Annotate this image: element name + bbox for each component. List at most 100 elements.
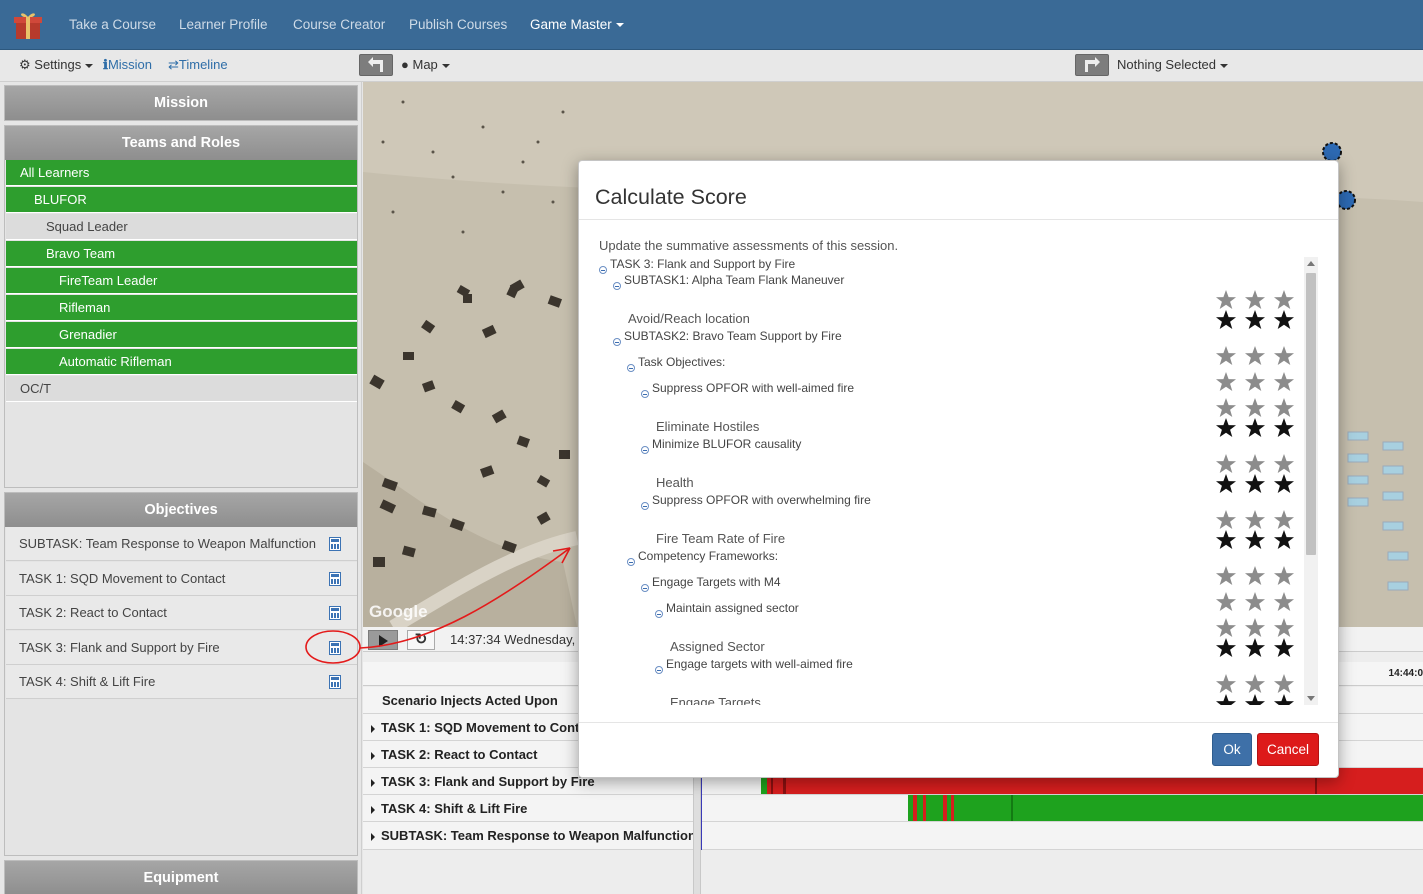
selection-menu[interactable]: Nothing Selected	[1117, 57, 1229, 72]
ok-button[interactable]: Ok	[1212, 733, 1252, 766]
collapse-toggle-icon[interactable]	[641, 583, 649, 592]
star-filled-icon[interactable]	[1273, 309, 1295, 331]
timeline-row[interactable]: SUBTASK: Team Response to Weapon Malfunc…	[363, 822, 1423, 850]
star-empty-icon[interactable]	[1215, 617, 1237, 639]
timeline-splitter[interactable]	[693, 772, 701, 894]
star-filled-icon[interactable]	[1215, 693, 1237, 705]
expand-triangle-icon[interactable]	[371, 751, 375, 760]
teams-panel-header[interactable]: Teams and Roles	[5, 126, 357, 160]
star-empty-icon[interactable]	[1215, 397, 1237, 419]
objective-row[interactable]: SUBTASK: Team Response to Weapon Malfunc…	[6, 527, 357, 561]
star-filled-icon[interactable]	[1273, 529, 1295, 551]
star-empty-icon[interactable]	[1273, 371, 1295, 393]
star-empty-icon[interactable]	[1215, 345, 1237, 367]
star-filled-icon[interactable]	[1244, 473, 1266, 495]
settings-menu[interactable]: ⚙ Settings	[19, 57, 94, 73]
objective-row[interactable]: TASK 1: SQD Movement to Contact	[6, 562, 357, 596]
collapse-toggle-icon[interactable]	[613, 281, 621, 290]
star-empty-icon[interactable]	[1273, 591, 1295, 613]
reset-button[interactable]: ↻	[407, 630, 435, 650]
play-button[interactable]	[368, 630, 398, 650]
mission-panel-header[interactable]: Mission	[5, 86, 357, 120]
calculator-icon[interactable]	[329, 606, 341, 620]
star-empty-icon[interactable]	[1215, 673, 1237, 695]
objective-row[interactable]: TASK 4: Shift & Lift Fire	[6, 665, 357, 699]
map-menu[interactable]: ● Map	[401, 57, 450, 72]
nav-learner-profile[interactable]: Learner Profile	[179, 17, 268, 32]
star-empty-icon[interactable]	[1244, 565, 1266, 587]
collapse-toggle-icon[interactable]	[599, 265, 607, 274]
star-rating[interactable]	[1215, 693, 1305, 705]
star-rating[interactable]	[1215, 345, 1305, 369]
collapse-toggle-icon[interactable]	[627, 363, 635, 372]
timeline-cursor[interactable]	[701, 776, 702, 850]
collapse-toggle-icon[interactable]	[641, 501, 649, 510]
star-empty-icon[interactable]	[1244, 673, 1266, 695]
star-rating[interactable]	[1215, 417, 1305, 441]
star-empty-icon[interactable]	[1215, 453, 1237, 475]
expand-triangle-icon[interactable]	[371, 724, 375, 733]
star-empty-icon[interactable]	[1244, 345, 1266, 367]
nav-game-master[interactable]: Game Master	[530, 17, 624, 32]
star-filled-icon[interactable]	[1244, 637, 1266, 659]
scroll-down-arrow-icon[interactable]	[1307, 696, 1315, 701]
team-oct[interactable]: OC/T	[6, 376, 357, 402]
team-grenadier[interactable]: Grenadier	[6, 322, 357, 348]
team-all-learners[interactable]: All Learners	[6, 160, 357, 186]
redo-button[interactable]	[1075, 54, 1109, 76]
scroll-up-arrow-icon[interactable]	[1307, 261, 1315, 266]
objective-row[interactable]: TASK 2: React to Contact	[6, 596, 357, 630]
timeline-row[interactable]: TASK 4: Shift & Lift Fire	[363, 795, 1423, 822]
star-filled-icon[interactable]	[1273, 417, 1295, 439]
nav-take-a-course[interactable]: Take a Course	[69, 17, 156, 32]
collapse-toggle-icon[interactable]	[641, 389, 649, 398]
star-empty-icon[interactable]	[1215, 591, 1237, 613]
star-empty-icon[interactable]	[1215, 565, 1237, 587]
star-rating[interactable]	[1215, 371, 1305, 395]
team-fireteam-leader[interactable]: FireTeam Leader	[6, 268, 357, 294]
star-filled-icon[interactable]	[1215, 529, 1237, 551]
star-empty-icon[interactable]	[1215, 509, 1237, 531]
objective-row[interactable]: TASK 3: Flank and Support by Fire	[6, 631, 357, 665]
undo-button[interactable]	[359, 54, 393, 76]
team-automatic-rifleman[interactable]: Automatic Rifleman	[6, 349, 357, 375]
star-filled-icon[interactable]	[1273, 637, 1295, 659]
star-empty-icon[interactable]	[1273, 345, 1295, 367]
mission-link[interactable]: ℹMission	[103, 57, 152, 73]
star-rating[interactable]	[1215, 529, 1305, 553]
star-empty-icon[interactable]	[1215, 371, 1237, 393]
team-squad-leader[interactable]: Squad Leader	[6, 214, 357, 240]
collapse-toggle-icon[interactable]	[613, 337, 621, 346]
star-empty-icon[interactable]	[1244, 371, 1266, 393]
star-rating[interactable]	[1215, 309, 1305, 333]
star-filled-icon[interactable]	[1273, 693, 1295, 705]
team-bravo-team[interactable]: Bravo Team	[6, 241, 357, 267]
objectives-panel-header[interactable]: Objectives	[5, 493, 357, 527]
timeline-link[interactable]: ⇄Timeline	[168, 57, 228, 73]
star-empty-icon[interactable]	[1273, 673, 1295, 695]
star-rating[interactable]	[1215, 591, 1305, 615]
cancel-button[interactable]: Cancel	[1257, 733, 1319, 766]
team-blufor[interactable]: BLUFOR	[6, 187, 357, 213]
equipment-panel-header[interactable]: Equipment	[5, 861, 357, 894]
star-empty-icon[interactable]	[1273, 397, 1295, 419]
star-filled-icon[interactable]	[1244, 417, 1266, 439]
star-empty-icon[interactable]	[1244, 617, 1266, 639]
nav-publish-courses[interactable]: Publish Courses	[409, 17, 507, 32]
star-rating[interactable]	[1215, 637, 1305, 661]
star-empty-icon[interactable]	[1273, 289, 1295, 311]
collapse-toggle-icon[interactable]	[655, 665, 663, 674]
collapse-toggle-icon[interactable]	[655, 609, 663, 618]
star-filled-icon[interactable]	[1215, 417, 1237, 439]
star-rating[interactable]	[1215, 565, 1305, 589]
calculator-icon[interactable]	[329, 675, 341, 689]
expand-triangle-icon[interactable]	[371, 832, 375, 841]
star-filled-icon[interactable]	[1215, 309, 1237, 331]
nav-course-creator[interactable]: Course Creator	[293, 17, 385, 32]
star-empty-icon[interactable]	[1273, 617, 1295, 639]
calculator-icon[interactable]	[329, 572, 341, 586]
star-empty-icon[interactable]	[1244, 453, 1266, 475]
star-filled-icon[interactable]	[1215, 637, 1237, 659]
star-filled-icon[interactable]	[1244, 529, 1266, 551]
star-filled-icon[interactable]	[1273, 473, 1295, 495]
